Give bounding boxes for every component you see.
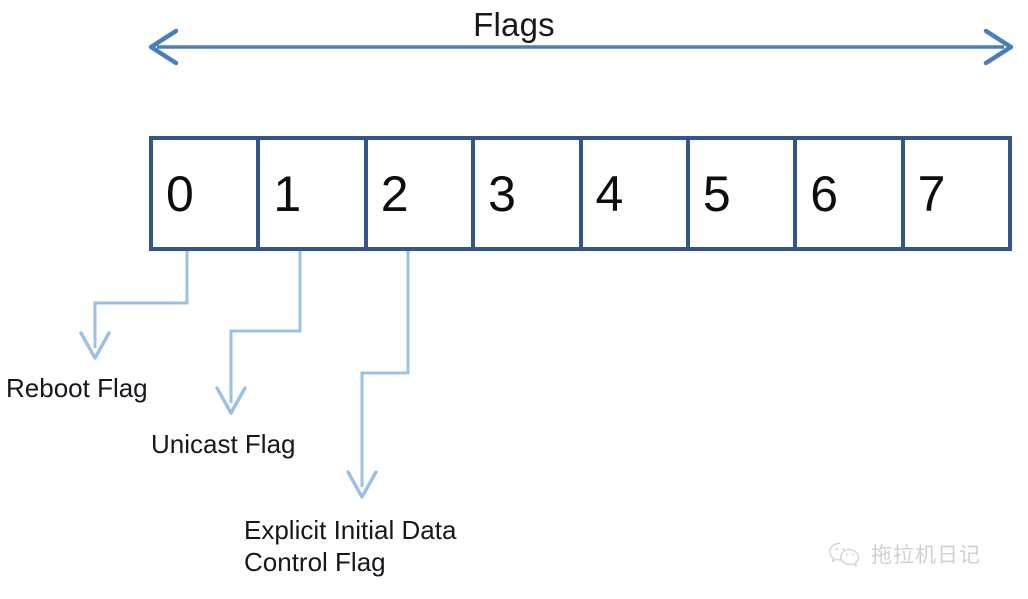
callout-label-explicit-initial-data-control-flag: Explicit Initial Data Control Flag [244,515,457,577]
diagram-vector-layer [79,28,1014,499]
bit-cell-1[interactable]: 1 [260,140,368,247]
bit-cell-label: 6 [810,165,839,222]
wechat-logo-icon [829,542,860,567]
bit-cell-label: 3 [488,165,516,222]
callout-label-unicast-flag: Unicast Flag [151,429,296,459]
callout-connector-1 [215,251,302,415]
callout-connector-2-line [360,251,410,487]
bit-cell-label: 0 [165,165,194,222]
bit-cell-7[interactable]: 7 [904,140,1008,247]
watermark: 拖拉机日记 [828,541,981,569]
bitfield-row: 0 1 2 3 4 5 6 7 [149,136,1012,251]
diagram-canvas: Flags 0 1 2 3 4 5 6 7 Reboot Flag Unicas… [0,0,1028,599]
callout-connector-0-line [93,251,189,348]
bit-cell-3[interactable]: 3 [475,140,583,247]
flags-span-title: Flags [473,6,555,43]
bit-cell-label: 4 [595,165,624,222]
bit-cell-5[interactable]: 5 [689,140,798,247]
arrow-down-icon [79,331,111,360]
bit-cell-2[interactable]: 2 [367,140,476,247]
callout-connector-0 [79,251,189,360]
callout-connector-2 [346,251,410,499]
bit-cell-label: 5 [702,165,731,222]
callout-label-reboot-flag: Reboot Flag [6,373,148,403]
callout-connector-1-line [229,251,302,403]
arrow-down-icon [215,386,247,415]
bit-cell-4[interactable]: 4 [582,140,690,247]
watermark-text: 拖拉机日记 [871,542,981,567]
arrow-down-icon [346,470,378,499]
bit-cell-6[interactable]: 6 [797,140,905,247]
bit-cell-label: 2 [380,165,409,222]
bit-cell-0[interactable]: 0 [153,140,261,247]
bit-cell-label: 7 [917,165,946,222]
bit-cell-label: 1 [273,165,302,222]
